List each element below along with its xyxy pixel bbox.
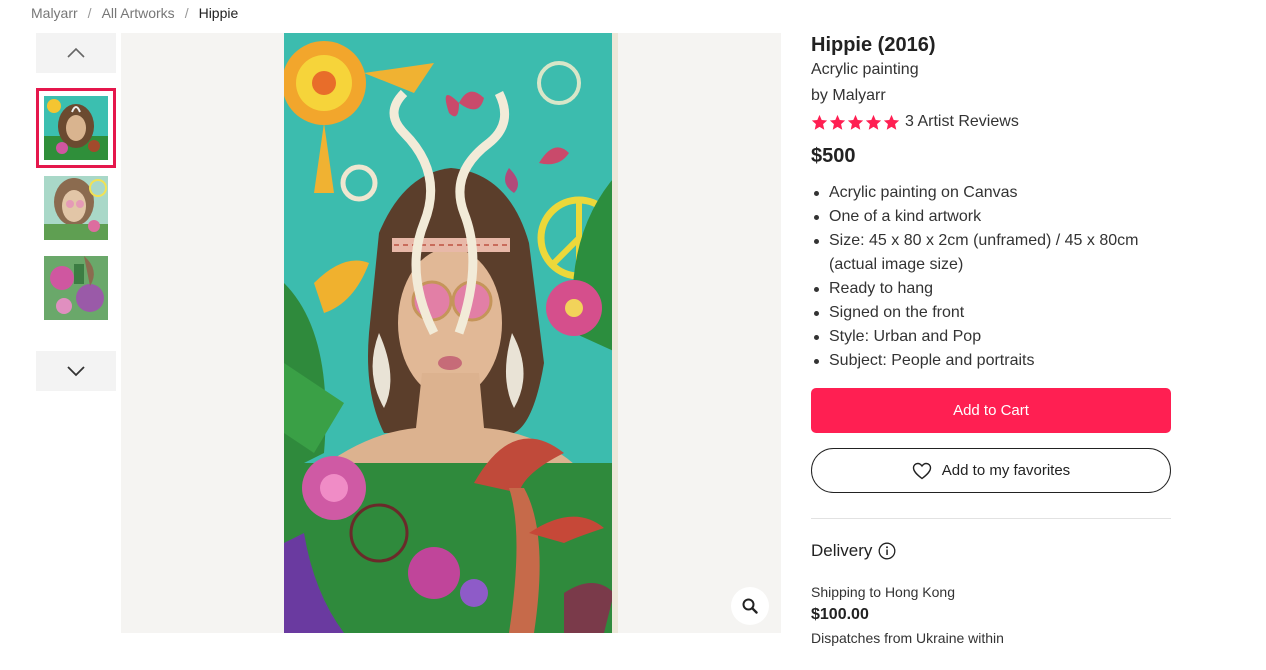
star-icon [865, 114, 882, 130]
painting-thumbnail-image [44, 256, 108, 320]
chevron-up-icon [67, 47, 85, 58]
heart-icon [912, 462, 931, 479]
rating-row: 3 Artist Reviews [811, 109, 1171, 135]
breadcrumb: Malyarr / All Artworks / Hippie [31, 4, 238, 22]
breadcrumb-separator: / [184, 5, 189, 21]
add-to-cart-button[interactable]: Add to Cart [811, 388, 1171, 433]
thumbnail-2[interactable] [36, 168, 116, 248]
star-icon [883, 114, 900, 130]
dispatch-info: Dispatches from Ukraine within [811, 630, 1004, 646]
product-info-panel: Hippie (2016) Acrylic painting by Malyar… [811, 33, 1171, 647]
star-rating [811, 114, 900, 131]
add-to-favorites-label: Add to my favorites [941, 462, 1071, 479]
feature-item: Signed on the front [811, 301, 1171, 325]
artist-prefix: by [811, 87, 828, 104]
feature-item: Size: 45 x 80 x 2cm (unframed) / 45 x 80… [811, 229, 1171, 277]
thumbnail-strip [36, 33, 116, 391]
breadcrumb-current: Hippie [198, 5, 239, 21]
star-icon [847, 114, 864, 130]
breadcrumb-separator: / [87, 5, 92, 21]
feature-item: Subject: People and portraits [811, 349, 1171, 373]
artwork-title: Hippie (2016) [811, 34, 936, 56]
info-icon[interactable] [878, 542, 896, 560]
chevron-down-icon [67, 366, 85, 377]
magnifier-icon [742, 598, 758, 614]
star-icon [811, 114, 828, 130]
artist-link[interactable]: Malyarr [832, 87, 885, 104]
thumbnail-1[interactable] [36, 88, 116, 168]
breadcrumb-all-artworks-link[interactable]: All Artworks [102, 5, 175, 21]
artwork-features-list: Acrylic painting on Canvas One of a kind … [811, 181, 1171, 373]
artwork-main-image [284, 33, 618, 633]
feature-item: One of a kind artwork [811, 205, 1171, 229]
shipping-destination: Shipping to Hong Kong [811, 584, 955, 600]
painting-thumbnail-image [44, 176, 108, 240]
section-divider [811, 518, 1171, 519]
artwork-image-viewer[interactable] [121, 33, 781, 633]
feature-item: Style: Urban and Pop [811, 325, 1171, 349]
add-to-favorites-button[interactable]: Add to my favorites [811, 448, 1171, 493]
zoom-button[interactable] [731, 587, 769, 625]
artist-reviews-link[interactable]: 3 Artist Reviews [905, 113, 1019, 131]
shipping-price: $100.00 [811, 606, 869, 623]
delivery-title: Delivery [811, 541, 873, 560]
delivery-heading: Delivery [811, 541, 1171, 561]
artwork-medium: Acrylic painting [811, 61, 919, 78]
thumbnail-3[interactable] [36, 248, 116, 328]
artwork-artist: by Malyarr [811, 83, 1171, 109]
star-icon [829, 114, 846, 130]
artwork-price: $500 [811, 145, 856, 167]
thumbnail-scroll-down-button[interactable] [36, 351, 116, 391]
feature-item: Acrylic painting on Canvas [811, 181, 1171, 205]
breadcrumb-artist-link[interactable]: Malyarr [31, 5, 78, 21]
feature-item: Ready to hang [811, 277, 1171, 301]
thumbnail-scroll-up-button[interactable] [36, 33, 116, 73]
painting-thumbnail-image [44, 96, 108, 160]
